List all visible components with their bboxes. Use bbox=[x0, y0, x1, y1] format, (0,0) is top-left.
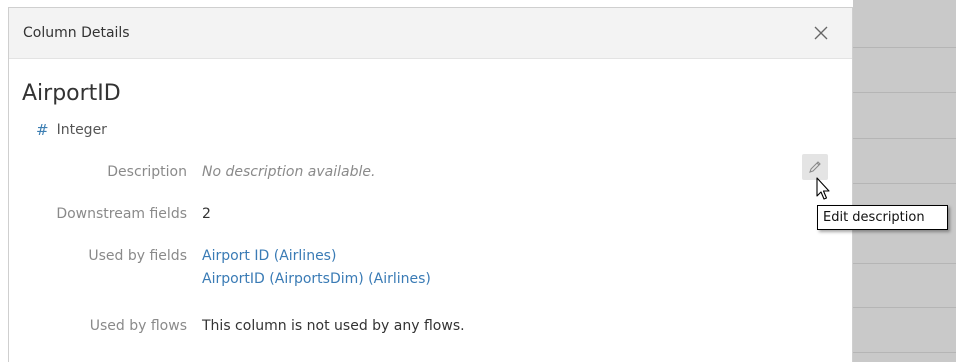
field-name: AirportID bbox=[22, 81, 121, 106]
background-panel bbox=[853, 0, 956, 362]
row-divider bbox=[853, 263, 956, 264]
row-divider bbox=[853, 352, 956, 353]
used-by-field-link[interactable]: Airport ID (Airlines) bbox=[202, 248, 336, 264]
downstream-fields-label: Downstream fields bbox=[56, 206, 187, 222]
screen: Column Details AirportID # Integer Descr… bbox=[0, 0, 956, 362]
downstream-fields-value: 2 bbox=[202, 206, 211, 222]
edit-description-tooltip: Edit description bbox=[817, 205, 948, 230]
dialog-header: Column Details bbox=[9, 8, 852, 59]
used-by-flows-label: Used by flows bbox=[89, 318, 187, 334]
description-value: No description available. bbox=[202, 164, 376, 180]
row-divider bbox=[853, 183, 956, 184]
used-by-flows-value: This column is not used by any flows. bbox=[202, 318, 465, 334]
column-details-dialog: Column Details AirportID # Integer Descr… bbox=[8, 7, 853, 362]
row-divider bbox=[853, 47, 956, 48]
row-divider bbox=[853, 307, 956, 308]
mouse-cursor-icon bbox=[816, 177, 830, 200]
close-button[interactable] bbox=[809, 21, 833, 45]
dialog-title: Column Details bbox=[23, 25, 130, 41]
close-icon bbox=[814, 26, 828, 40]
used-by-field-link[interactable]: AirportID (AirportsDim) (Airlines) bbox=[202, 271, 431, 287]
field-type: # Integer bbox=[36, 121, 107, 139]
row-divider bbox=[853, 92, 956, 93]
row-divider bbox=[853, 138, 956, 139]
hash-icon: # bbox=[36, 121, 49, 139]
field-type-label: Integer bbox=[56, 122, 107, 138]
description-label: Description bbox=[107, 164, 187, 180]
used-by-fields-label: Used by fields bbox=[88, 248, 187, 264]
